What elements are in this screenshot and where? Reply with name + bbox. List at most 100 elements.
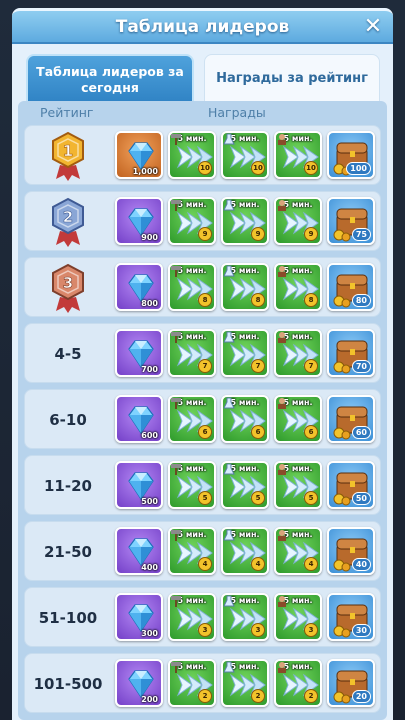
chest-reward-item[interactable]: 80 [327,263,375,311]
speedup-reward-item[interactable]: 5 мин. 5 [168,461,216,509]
bronze-medal-3-icon: 3 [52,263,84,313]
rank-label: 11-20 [44,477,92,495]
speedup-reward-item[interactable]: 5 мин. 9 [274,197,322,245]
gem-quantity: 300 [141,629,158,638]
gem-quantity: 600 [141,431,158,440]
table-row: 51-100 300 5 мин. 3 5 мин. 3 5 мин. 3 30 [24,587,381,647]
speedup-quantity: 8 [304,293,318,307]
rewards-column-header: Награды [208,105,266,120]
speedup-hammer-icon [171,398,181,409]
table-row: 1 1,000 5 мин. 10 5 мин. 10 5 мин. 10 100 [24,125,381,185]
table-row: 6-10 600 5 мин. 6 5 мин. 6 5 мин. 6 60 [24,389,381,449]
rank-column-header: Рейтинг [40,105,94,120]
speedup-reward-item[interactable]: 5 мин. 5 [274,461,322,509]
speedup-reward-item[interactable]: 5 мин. 10 [221,131,269,179]
gem-reward-item[interactable]: 500 [115,461,163,509]
chest-reward-item[interactable]: 75 [327,197,375,245]
chest-reward-item[interactable]: 50 [327,461,375,509]
gem-reward-item[interactable]: 600 [115,395,163,443]
gem-reward-item[interactable]: 900 [115,197,163,245]
speedup-hammer-icon [171,464,181,475]
speedup-reward-item[interactable]: 5 мин. 3 [274,593,322,641]
tab-rank-rewards[interactable]: Награды за рейтинг [204,54,380,104]
gem-reward-item[interactable]: 800 [115,263,163,311]
speedup-soldier-icon [278,662,286,673]
gem-reward-item[interactable]: 1,000 [115,131,163,179]
chest-reward-item[interactable]: 60 [327,395,375,443]
rewards-list: 300 5 мин. 3 5 мин. 3 5 мин. 3 30 [115,593,375,643]
speedup-quantity: 5 [198,491,212,505]
gem-reward-item[interactable]: 200 [115,659,163,707]
rank-label: 51-100 [38,609,98,627]
rank-cell: 4-5 [25,324,111,384]
window-title: Таблица лидеров [115,17,290,37]
speedup-reward-item[interactable]: 5 мин. 9 [221,197,269,245]
gem-reward-item[interactable]: 400 [115,527,163,575]
rank-cell: 1 [25,126,111,186]
gem-quantity: 200 [141,695,158,704]
speedup-reward-item[interactable]: 5 мин. 4 [221,527,269,575]
speedup-quantity: 7 [304,359,318,373]
tab-today-leaderboard[interactable]: Таблица лидеров за сегодня [26,54,194,104]
speedup-reward-item[interactable]: 5 мин. 2 [274,659,322,707]
rank-label: 101-500 [33,675,103,693]
gem-quantity: 900 [141,233,158,242]
table-row: 4-5 700 5 мин. 7 5 мин. 7 5 мин. 7 70 [24,323,381,383]
speedup-reward-item[interactable]: 5 мин. 9 [168,197,216,245]
speedup-quantity: 4 [304,557,318,571]
chest-reward-item[interactable]: 20 [327,659,375,707]
speedup-reward-item[interactable]: 5 мин. 8 [168,263,216,311]
rank-label: 6-10 [49,411,87,429]
speedup-reward-item[interactable]: 5 мин. 5 [221,461,269,509]
speedup-reward-item[interactable]: 5 мин. 7 [221,329,269,377]
speedup-reward-item[interactable]: 5 мин. 6 [221,395,269,443]
gem-quantity: 700 [141,365,158,374]
chest-reward-item[interactable]: 100 [327,131,375,179]
speedup-reward-item[interactable]: 5 мин. 6 [274,395,322,443]
chest-reward-item[interactable]: 30 [327,593,375,641]
speedup-reward-item[interactable]: 5 мин. 6 [168,395,216,443]
speedup-hammer-icon [171,134,181,145]
speedup-quantity: 7 [198,359,212,373]
speedup-flask-icon [223,397,235,409]
speedup-flask-icon [223,595,235,607]
speedup-reward-item[interactable]: 5 мин. 3 [221,593,269,641]
speedup-soldier-icon [278,398,286,409]
chest-quantity: 20 [351,690,371,703]
speedup-hammer-icon [171,266,181,277]
gem-quantity: 1,000 [132,167,158,176]
speedup-reward-item[interactable]: 5 мин. 10 [274,131,322,179]
rank-label: 21-50 [44,543,92,561]
rank-cell: 11-20 [25,456,111,516]
rank-cell: 101-500 [25,654,111,714]
close-icon[interactable]: ✕ [361,15,385,39]
speedup-reward-item[interactable]: 5 мин. 8 [274,263,322,311]
rewards-list: 1,000 5 мин. 10 5 мин. 10 5 мин. 10 100 [115,131,375,181]
gem-reward-item[interactable]: 700 [115,329,163,377]
speedup-reward-item[interactable]: 5 мин. 4 [168,527,216,575]
speedup-reward-item[interactable]: 5 мин. 3 [168,593,216,641]
main-panel: Таблица лидеров за сегодня Награды за ре… [12,44,393,720]
rewards-list: 900 5 мин. 9 5 мин. 9 5 мин. 9 75 [115,197,375,247]
rewards-list: 600 5 мин. 6 5 мин. 6 5 мин. 6 60 [115,395,375,445]
speedup-reward-item[interactable]: 5 мин. 2 [221,659,269,707]
svg-text:3: 3 [63,274,73,292]
chest-quantity: 80 [351,294,371,307]
speedup-hammer-icon [171,596,181,607]
speedup-reward-item[interactable]: 5 мин. 2 [168,659,216,707]
speedup-reward-item[interactable]: 5 мин. 10 [168,131,216,179]
chest-quantity: 40 [351,558,371,571]
gem-reward-item[interactable]: 300 [115,593,163,641]
gem-quantity: 500 [141,497,158,506]
speedup-reward-item[interactable]: 5 мин. 7 [274,329,322,377]
chest-quantity: 70 [351,360,371,373]
speedup-reward-item[interactable]: 5 мин. 8 [221,263,269,311]
speedup-quantity: 10 [198,161,212,175]
speedup-reward-item[interactable]: 5 мин. 7 [168,329,216,377]
chest-reward-item[interactable]: 40 [327,527,375,575]
chest-reward-item[interactable]: 70 [327,329,375,377]
gem-quantity: 400 [141,563,158,572]
speedup-reward-item[interactable]: 5 мин. 4 [274,527,322,575]
table-row: 21-50 400 5 мин. 4 5 мин. 4 5 мин. 4 40 [24,521,381,581]
speedup-flask-icon [223,529,235,541]
